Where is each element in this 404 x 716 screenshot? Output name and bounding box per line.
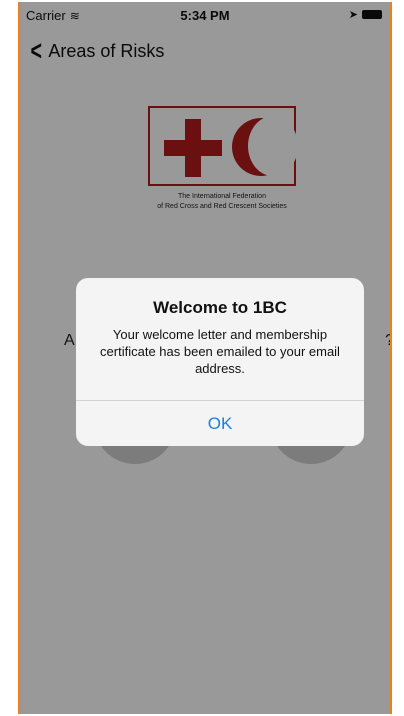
alert-dialog: Welcome to 1BC Your welcome letter and m… [76, 278, 364, 446]
ok-button[interactable]: OK [76, 401, 364, 446]
phone-screen: Carrier ≋ 5:34 PM ➤ < Areas of Risks The … [18, 2, 392, 714]
alert-title: Welcome to 1BC [153, 298, 287, 317]
alert-message: Your welcome letter and membership certi… [100, 327, 340, 376]
